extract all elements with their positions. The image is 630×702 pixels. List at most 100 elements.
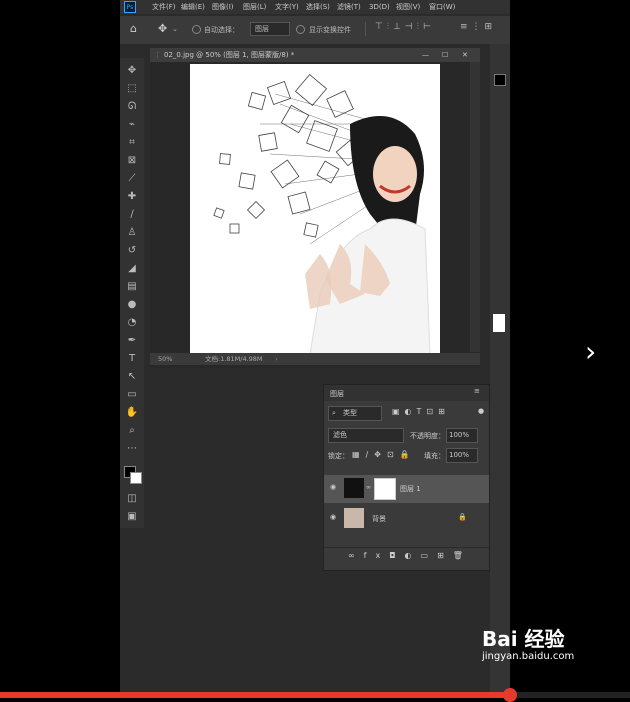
show-transform-checkbox[interactable] xyxy=(296,25,305,34)
video-progress-bar[interactable] xyxy=(0,688,630,702)
menu-view[interactable]: 视图(V) xyxy=(396,0,420,14)
layers-footer: ∞fx◘◐▭⊞🗑 xyxy=(324,547,489,564)
eye-icon[interactable]: ◉ xyxy=(330,483,336,491)
zoom-tool-icon[interactable]: ⌕ xyxy=(124,424,140,438)
more-tools-icon[interactable]: ⋯ xyxy=(124,442,140,456)
menu-select[interactable]: 选择(S) xyxy=(306,0,330,14)
menu-file[interactable]: 文件(F) xyxy=(152,0,176,14)
lock-row: 锁定： ▦∕✥⊡🔒 填充： 100% xyxy=(324,447,489,463)
menu-image[interactable]: 图像(I) xyxy=(212,0,234,14)
minimize-icon[interactable]: — xyxy=(422,48,429,62)
baidu-jingyan-watermark: Bai 经验 jingyan.baidu.com xyxy=(482,628,574,664)
quick-mask-icon[interactable]: ◫ xyxy=(124,492,140,506)
pen-tool-icon[interactable]: ✒ xyxy=(124,334,140,348)
auto-select-label: 自动选择： xyxy=(204,26,239,34)
home-icon[interactable]: ⌂ xyxy=(130,22,137,35)
photoshop-window: Ps 文件(F) 编辑(E) 图像(I) 图层(L) 文字(Y) 选择(S) 滤… xyxy=(120,0,510,698)
next-chevron-icon[interactable]: › xyxy=(585,335,596,368)
zoom-level[interactable]: 50% xyxy=(158,353,172,365)
type-tool-icon[interactable]: T xyxy=(124,352,140,366)
brush-tool-icon[interactable]: ∕ xyxy=(124,208,140,222)
clone-stamp-icon[interactable]: ♙ xyxy=(124,226,140,240)
close-icon[interactable]: ✕ xyxy=(462,48,468,62)
divider xyxy=(365,22,366,36)
ps-logo-icon: Ps xyxy=(124,1,136,13)
eraser-tool-icon[interactable]: ◢ xyxy=(124,262,140,276)
layers-panel-title[interactable]: 图层 xyxy=(330,389,344,399)
menu-layer[interactable]: 图层(L) xyxy=(243,0,266,14)
color-panel-swatch[interactable] xyxy=(494,74,506,86)
layer-actions-icons[interactable]: ∞fx◘◐▭⊞🗑 xyxy=(348,551,472,560)
move-tool-icon[interactable]: ✥ xyxy=(158,22,167,35)
status-bar: 50% 文档:1.81M/4.98M › xyxy=(150,353,480,365)
document-tab[interactable]: ⋮ 02_0.jpg @ 50% (图层 1, 图层蒙版/8) * — ☐ ✕ xyxy=(150,48,480,62)
filter-label: 类型 xyxy=(343,409,357,417)
dodge-tool-icon[interactable]: ◔ xyxy=(124,316,140,330)
filter-toggle-icon[interactable]: ● xyxy=(478,407,484,415)
menu-edit[interactable]: 编辑(E) xyxy=(181,0,205,14)
layer-row[interactable]: ◉ 背景 🔒 xyxy=(324,505,489,533)
lock-icons[interactable]: ▦∕✥⊡🔒 xyxy=(352,450,416,459)
screen-mode-icon[interactable]: ▣ xyxy=(124,510,140,524)
blur-tool-icon[interactable]: ● xyxy=(124,298,140,312)
layer-thumbnail xyxy=(344,478,364,498)
link-icon[interactable]: ∞ xyxy=(366,484,371,491)
image-canvas[interactable] xyxy=(190,64,440,354)
chevron-right-icon[interactable]: › xyxy=(275,353,278,365)
layers-panel-header: 图层 ≡ xyxy=(324,385,489,401)
menu-bar: Ps 文件(F) 编辑(E) 图像(I) 图层(L) 文字(Y) 选择(S) 滤… xyxy=(120,0,510,14)
background-color-swatch[interactable] xyxy=(130,472,142,484)
layers-panel: 图层 ≡ ⌕ 类型 ▣◐T⊡⊞ ● 滤色 不透明度： 100% 锁定： ▦∕✥⊡… xyxy=(323,384,490,571)
layer-name[interactable]: 背景 xyxy=(372,514,386,524)
hand-tool-icon[interactable]: ✋ xyxy=(124,406,140,420)
distribute-icons[interactable]: ≡⋮⊞ xyxy=(460,22,496,32)
layer-row[interactable]: ◉ ∞ 图层 1 xyxy=(324,475,489,503)
toolbox: ✥ ⬚ ᘏ ⌁ ⌗ ⊠ ⟋ ✚ ∕ ♙ ↺ ◢ ▤ ● ◔ ✒ T ↖ ▭ ✋ … xyxy=(120,58,144,528)
blend-mode-dropdown[interactable]: 滤色 xyxy=(328,428,404,443)
move-tool-icon[interactable]: ✥ xyxy=(124,64,140,78)
filter-icons[interactable]: ▣◐T⊡⊞ xyxy=(392,407,450,416)
vertical-scrollbar[interactable] xyxy=(470,62,480,352)
healing-brush-icon[interactable]: ✚ xyxy=(124,190,140,204)
opacity-label: 不透明度： xyxy=(410,432,445,440)
lock-icon: 🔒 xyxy=(458,513,467,521)
adjustment-thumbnail xyxy=(493,314,505,332)
marquee-tool-icon[interactable]: ⬚ xyxy=(124,82,140,96)
lasso-tool-icon[interactable]: ᘏ xyxy=(124,100,140,114)
crop-tool-icon[interactable]: ⌗ xyxy=(124,136,140,150)
opacity-field[interactable]: 100% xyxy=(446,428,478,443)
menu-3d[interactable]: 3D(D) xyxy=(369,0,390,14)
rectangle-tool-icon[interactable]: ▭ xyxy=(124,388,140,402)
gradient-tool-icon[interactable]: ▤ xyxy=(124,280,140,294)
eyedropper-tool-icon[interactable]: ⟋ xyxy=(124,172,140,186)
opacity-value: 100% xyxy=(449,431,470,439)
layer-mask-thumbnail[interactable] xyxy=(374,478,396,500)
frame-tool-icon[interactable]: ⊠ xyxy=(124,154,140,168)
path-select-icon[interactable]: ↖ xyxy=(124,370,140,384)
menu-window[interactable]: 窗口(W) xyxy=(429,0,455,14)
document-tab-title: 02_0.jpg @ 50% (图层 1, 图层蒙版/8) * xyxy=(164,51,295,59)
maximize-icon[interactable]: ☐ xyxy=(442,48,448,62)
auto-select-checkbox[interactable] xyxy=(192,25,201,34)
auto-select-value: 图层 xyxy=(255,25,269,33)
eye-icon[interactable]: ◉ xyxy=(330,513,336,521)
document-window: ⋮ 02_0.jpg @ 50% (图层 1, 图层蒙版/8) * — ☐ ✕ xyxy=(150,48,480,368)
align-icons[interactable]: ⊤⫶⊥⊣⫶⊢ xyxy=(375,22,435,32)
fill-field[interactable]: 100% xyxy=(446,448,478,463)
menu-type[interactable]: 文字(Y) xyxy=(275,0,299,14)
layers-filter-row: ⌕ 类型 ▣◐T⊡⊞ ● xyxy=(324,405,489,421)
right-panel-column xyxy=(490,44,510,698)
chevron-down-icon[interactable]: ⌄ xyxy=(172,25,178,33)
watermark-url: jingyan.baidu.com xyxy=(482,651,575,662)
layer-name[interactable]: 图层 1 xyxy=(400,484,421,494)
fill-value: 100% xyxy=(449,451,470,459)
panel-menu-icon[interactable]: ≡ xyxy=(474,387,480,395)
menu-filter[interactable]: 滤镜(T) xyxy=(337,0,361,14)
auto-select-dropdown[interactable]: 图层 xyxy=(250,22,290,36)
filter-dropdown[interactable]: ⌕ 类型 xyxy=(328,406,382,421)
video-progress-handle[interactable] xyxy=(503,688,518,702)
document-size: 文档:1.81M/4.98M xyxy=(205,355,263,363)
quick-select-tool-icon[interactable]: ⌁ xyxy=(124,118,140,132)
watermark-brand: Bai 经验 xyxy=(482,627,565,651)
history-brush-icon[interactable]: ↺ xyxy=(124,244,140,258)
